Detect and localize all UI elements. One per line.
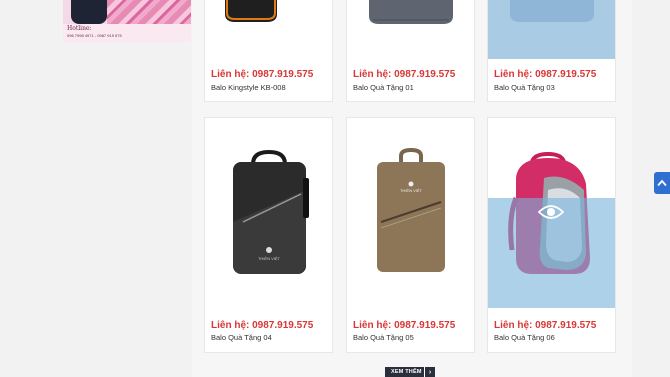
- product-name[interactable]: Balo Kingstyle KB-008: [211, 83, 286, 92]
- product-name[interactable]: Balo Quà Tặng 05: [353, 333, 414, 342]
- product-image[interactable]: [488, 0, 615, 59]
- backpack-image: [369, 0, 453, 24]
- backpack-image: THIÊN VIỆT: [233, 149, 309, 274]
- backpack-image: THIÊN VIỆT: [377, 147, 445, 272]
- product-image[interactable]: [347, 0, 474, 58]
- backpack-image: [488, 0, 615, 59]
- product-image[interactable]: THIÊN VIỆT: [347, 118, 474, 308]
- eye-icon[interactable]: [538, 204, 564, 220]
- chevron-right-icon: ›: [424, 367, 435, 377]
- banner-bag-image: [71, 0, 107, 24]
- product-name[interactable]: Balo Quà Tặng 06: [494, 333, 555, 342]
- product-price[interactable]: Liên hệ: 0987.919.575: [211, 69, 313, 80]
- product-price[interactable]: Liên hệ: 0987.919.575: [494, 69, 596, 80]
- backpack-image: [225, 0, 277, 22]
- product-name[interactable]: Balo Quà Tặng 03: [494, 83, 555, 92]
- product-name[interactable]: Balo Quà Tặng 01: [353, 83, 414, 92]
- product-price[interactable]: Liên hệ: 0987.919.575: [494, 320, 596, 331]
- sidebar-banner[interactable]: Hotline: 096 7998 4971 - 0987 919 575: [63, 0, 191, 42]
- scroll-to-top-button[interactable]: [654, 172, 670, 194]
- product-price[interactable]: Liên hệ: 0987.919.575: [211, 320, 313, 331]
- product-card[interactable]: Liên hệ: 0987.919.575 Balo Kingstyle KB-…: [204, 0, 333, 102]
- view-more-button[interactable]: XEM THÊM ›: [385, 367, 435, 377]
- chevron-up-icon: [657, 179, 667, 187]
- view-more-label: XEM THÊM: [391, 369, 422, 375]
- product-image[interactable]: THIÊN VIỆT: [205, 118, 332, 308]
- product-name[interactable]: Balo Quà Tặng 04: [211, 333, 272, 342]
- product-card[interactable]: Liên hệ: 0987.919.575 Balo Quà Tặng 01: [346, 0, 475, 102]
- product-card[interactable]: Liên hệ: 0987.919.575 Balo Quà Tặng 03: [487, 0, 616, 102]
- product-price[interactable]: Liên hệ: 0987.919.575: [353, 69, 455, 80]
- product-card[interactable]: THIÊN VIỆT Liên hệ: 0987.919.575 Balo Qu…: [346, 117, 475, 353]
- product-image[interactable]: [205, 0, 332, 58]
- banner-hotline-label: Hotline:: [67, 25, 92, 32]
- product-price[interactable]: Liên hệ: 0987.919.575: [353, 320, 455, 331]
- svg-text:THIÊN VIỆT: THIÊN VIỆT: [258, 256, 281, 261]
- banner-phone: 096 7998 4971 - 0987 919 575: [67, 33, 122, 38]
- product-card[interactable]: THIÊN VIỆT Liên hệ: 0987.919.575 Balo Qu…: [204, 117, 333, 353]
- product-card[interactable]: Liên hệ: 0987.919.575 Balo Quà Tặng 06: [487, 117, 616, 353]
- svg-text:THIÊN VIỆT: THIÊN VIỆT: [400, 188, 423, 193]
